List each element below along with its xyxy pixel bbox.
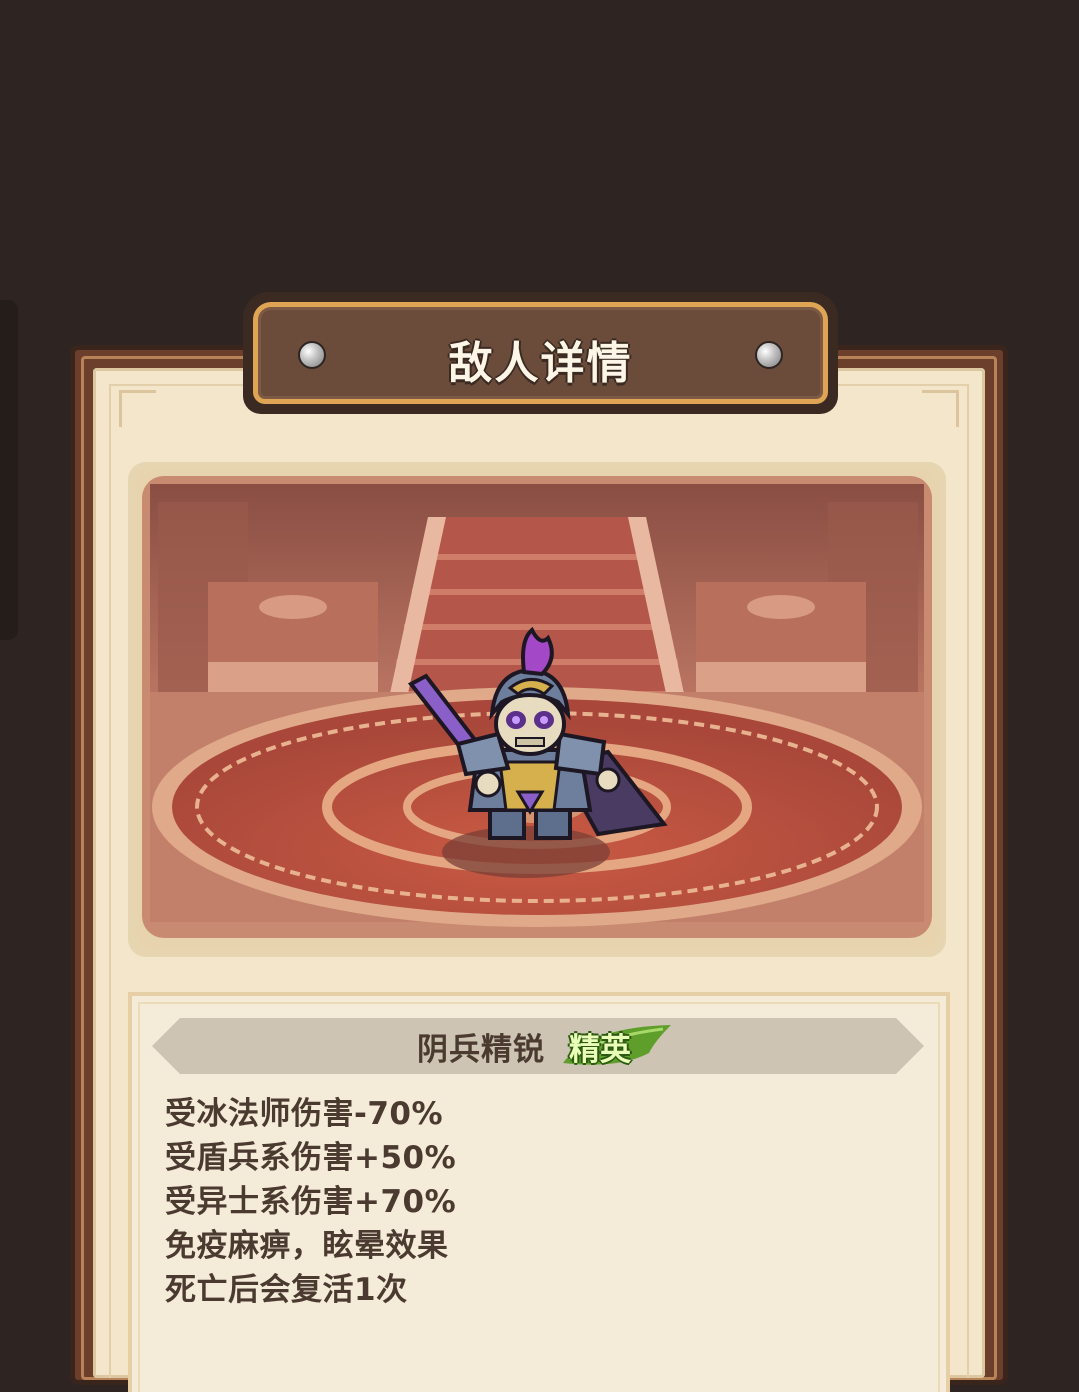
enemy-name-row: 阴兵精锐 精英 (152, 1018, 924, 1074)
corner-ornament-right (922, 390, 959, 427)
corner-ornament-left (119, 390, 156, 427)
title-plaque-inner: 敌人详情 (253, 302, 828, 404)
trait-item: 死亡后会复活1次 (165, 1272, 408, 1308)
elite-badge-label: 精英 (569, 1031, 631, 1068)
trait-item: 受冰法师伤害-70% (165, 1096, 444, 1132)
elite-badge: 精英 (559, 1023, 671, 1069)
panel-title: 敌人详情 (448, 338, 633, 389)
trait-item: 免疫麻痹，眩晕效果 (165, 1228, 449, 1264)
rivet-icon (755, 341, 783, 369)
enemy-name: 阴兵精锐 (417, 1031, 545, 1068)
title-plaque: 敌人详情 (243, 292, 838, 414)
trait-item: 受盾兵系伤害+50% (165, 1140, 457, 1176)
throne-hall-background (142, 476, 932, 938)
enemy-traits-list: 受冰法师伤害-70% 受盾兵系伤害+50% 受异士系伤害+70% 免疫麻痹，眩晕… (165, 1092, 456, 1312)
trait-item: 受异士系伤害+70% (165, 1184, 457, 1220)
enemy-preview-scene (128, 462, 946, 957)
side-drawer-tab[interactable] (0, 300, 18, 640)
